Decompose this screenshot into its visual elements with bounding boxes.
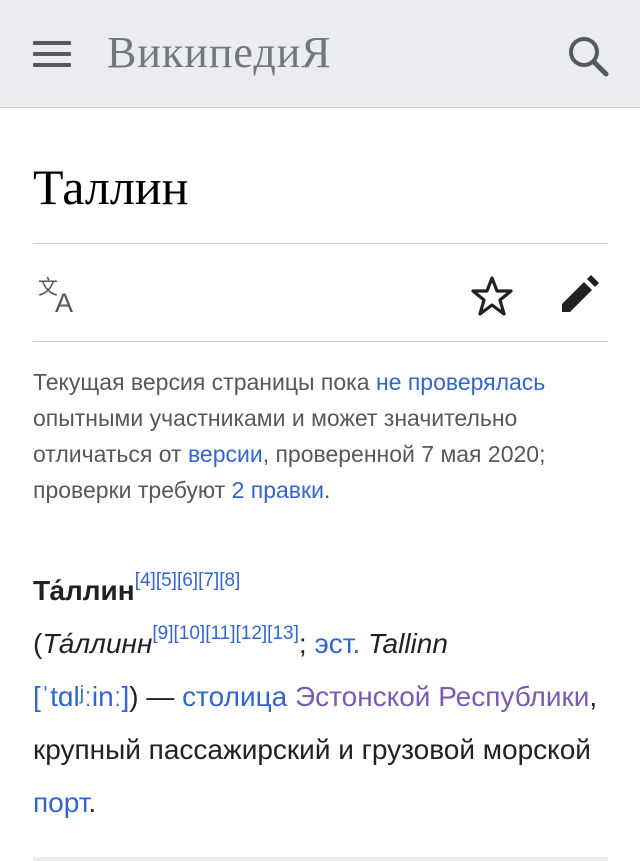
language-icon[interactable]: 文 A [37,275,83,318]
semicolon: ; [298,628,315,659]
notice-text: Текущая версия страницы пока [33,369,376,395]
estonia-link[interactable]: Эстонской Республики [295,681,589,712]
svg-text:A: A [55,288,73,316]
capital-link[interactable]: столица [182,681,287,712]
article-text: . [88,787,97,818]
menu-line [33,52,71,56]
reference-link[interactable]: [4] [135,570,156,591]
reference-link[interactable]: [5] [156,570,177,591]
article-term: Та́ллин [33,575,135,606]
top-header: ВикипедиЯ [0,0,640,108]
paren-open: ( [33,628,43,659]
divider [33,341,608,342]
reference-link[interactable]: [11] [205,623,235,644]
menu-line [33,63,71,67]
ipa-link[interactable]: [ˈtɑlʲːinː] [33,681,129,712]
estonian-language-link[interactable]: эст. [314,628,360,659]
content-bottom-edge [33,857,608,861]
reference-link[interactable]: [6] [177,570,198,591]
page-title: Таллин [33,159,189,215]
pending-edits-link[interactable]: 2 правки [232,477,324,503]
refs-group-1: [4][5][6][7][8] [135,570,241,591]
reference-link[interactable]: [13] [267,623,299,644]
refs-group-2: [9][10][11][12][13] [152,623,299,644]
pencil-icon[interactable] [558,272,602,316]
notice-text: . [323,477,331,503]
alt-name: Та́ллинн [42,628,153,659]
reference-link[interactable]: [10] [173,623,205,644]
port-link[interactable]: порт [33,787,88,818]
dash-text: ) — [129,681,183,712]
estonian-name: Tallinn [360,628,448,659]
search-icon[interactable] [566,34,610,78]
wikipedia-logo[interactable]: ВикипедиЯ [107,28,332,78]
reference-link[interactable]: [12] [235,623,267,644]
article-lead: Та́ллин[4][5][6][7][8] (Та́ллинн[9][10][… [33,564,613,829]
divider [33,243,608,244]
menu-line [33,41,71,45]
star-icon[interactable] [470,274,514,318]
reference-link[interactable]: [8] [219,570,240,591]
reference-link[interactable]: [7] [198,570,219,591]
review-notice: Текущая версия страницы пока не проверял… [33,364,613,508]
reviewed-version-link[interactable]: версии [188,441,263,467]
reference-link[interactable]: [9] [152,623,173,644]
hamburger-menu-icon[interactable] [33,38,71,70]
not-reviewed-link[interactable]: не проверялась [376,369,545,395]
